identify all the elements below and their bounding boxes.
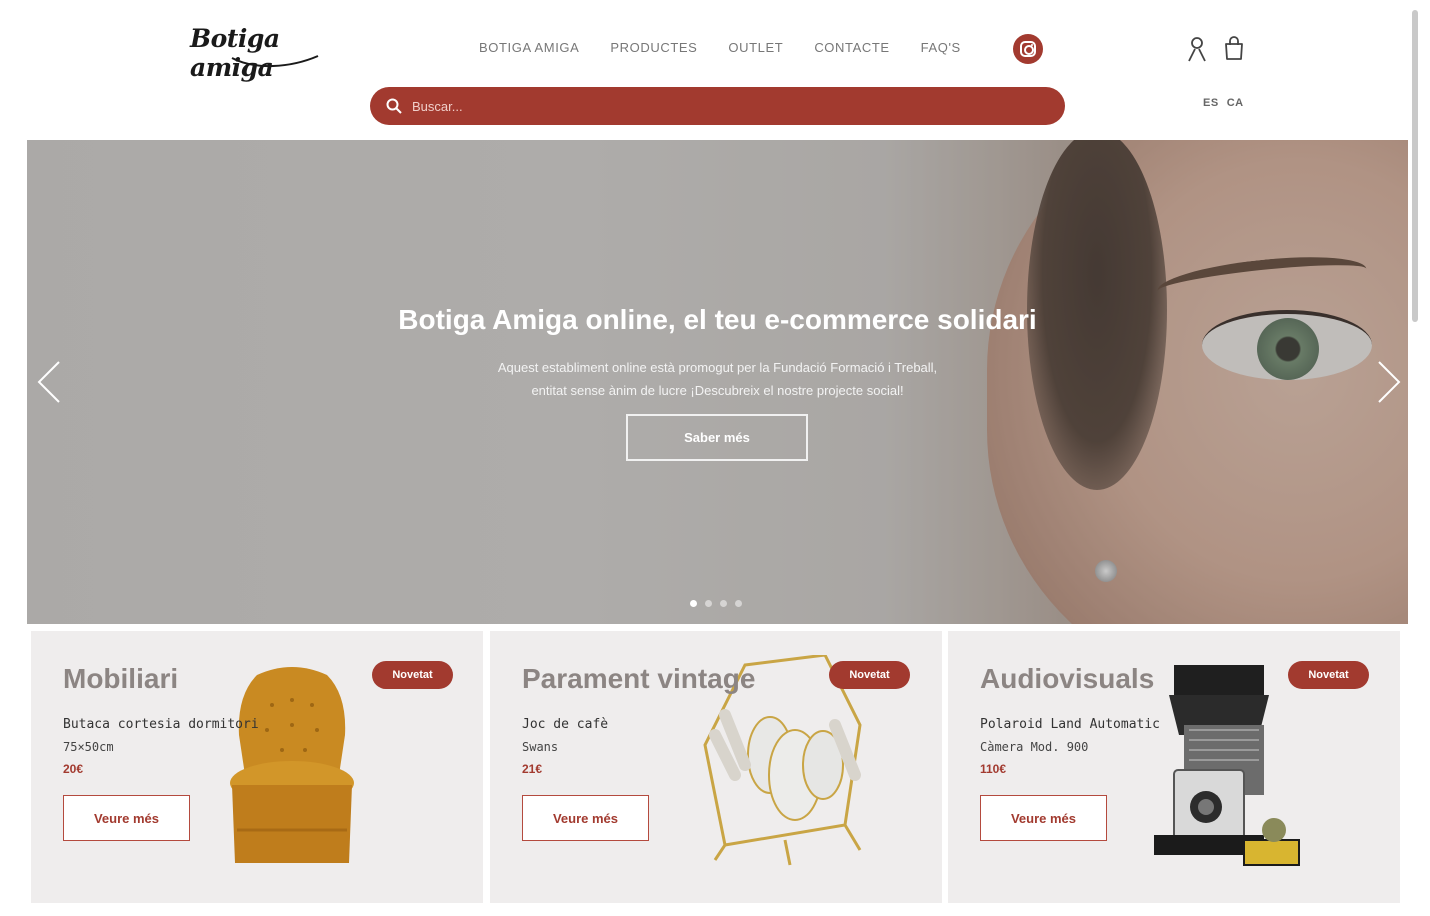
slider-dot-1[interactable] bbox=[690, 600, 697, 607]
product-name: Polaroid Land Automatic bbox=[980, 717, 1161, 732]
nav-contacte[interactable]: CONTACTE bbox=[814, 40, 889, 55]
veure-mes-button[interactable]: Veure més bbox=[522, 795, 649, 841]
hero-subtitle-line1: Aquest establiment online està promogut … bbox=[497, 360, 938, 375]
veure-mes-button[interactable]: Veure més bbox=[63, 795, 190, 841]
slider-dot-2[interactable] bbox=[705, 600, 712, 607]
card-title: Parament vintage bbox=[522, 663, 756, 694]
category-cards: Mobiliari Novetat Butaca cortesia dormit… bbox=[31, 631, 1403, 903]
user-icon[interactable] bbox=[1186, 36, 1208, 62]
saber-mes-button[interactable]: Saber més bbox=[626, 414, 808, 461]
logo-text: Botiga amiga bbox=[190, 24, 280, 82]
logo-swash-icon bbox=[231, 55, 319, 67]
instagram-icon[interactable] bbox=[1013, 34, 1043, 64]
hero-subtitle: Aquest establiment online està promogut … bbox=[27, 356, 1408, 402]
logo[interactable]: Botiga amiga bbox=[190, 24, 360, 82]
search-input[interactable] bbox=[412, 98, 1012, 114]
chevron-right-icon[interactable] bbox=[1373, 360, 1403, 404]
armchair-image bbox=[230, 667, 354, 863]
polaroid-camera-image bbox=[1154, 665, 1300, 866]
slider-dots bbox=[690, 600, 742, 607]
page-scrollbar[interactable] bbox=[1410, 10, 1420, 910]
nav-faqs[interactable]: FAQ'S bbox=[921, 40, 961, 55]
product-price: 110€ bbox=[980, 762, 1007, 776]
lang-ca[interactable]: CA bbox=[1227, 97, 1244, 109]
scrollbar-thumb[interactable] bbox=[1412, 10, 1418, 322]
chevron-left-icon[interactable] bbox=[35, 360, 65, 404]
product-name: Butaca cortesia dormitori bbox=[63, 717, 259, 732]
product-desc: Swans bbox=[522, 740, 559, 754]
lang-es[interactable]: ES bbox=[1203, 97, 1219, 109]
novetat-badge: Novetat bbox=[372, 661, 453, 689]
product-name: Joc de cafè bbox=[522, 717, 609, 732]
hero-title: Botiga Amiga online, el teu e-commerce s… bbox=[398, 304, 1037, 335]
page: Botiga amiga BOTIGA AMIGA PRODUCTES OUTL… bbox=[27, 10, 1408, 916]
product-desc: Càmera Mod. 900 bbox=[980, 740, 1089, 754]
slider-dot-4[interactable] bbox=[735, 600, 742, 607]
card-title: Audiovisuals bbox=[980, 663, 1155, 694]
hero-subtitle-line2: entitat sense ànim de lucre ¡Descubreix … bbox=[531, 383, 904, 398]
search-bar[interactable] bbox=[370, 87, 1065, 125]
card-parament-vintage[interactable]: Parament vintage Novetat Joc de cafè Swa… bbox=[490, 631, 942, 903]
veure-mes-button[interactable]: Veure més bbox=[980, 795, 1107, 841]
product-desc: 75×50cm bbox=[63, 740, 114, 754]
hero-slider: Botiga Amiga online, el teu e-commerce s… bbox=[27, 140, 1408, 624]
main-nav: BOTIGA AMIGA PRODUCTES OUTLET CONTACTE F… bbox=[479, 40, 992, 55]
nav-outlet[interactable]: OUTLET bbox=[728, 40, 783, 55]
card-title: Mobiliari bbox=[63, 663, 179, 694]
card-mobiliari[interactable]: Mobiliari Novetat Butaca cortesia dormit… bbox=[31, 631, 483, 903]
slider-dot-3[interactable] bbox=[720, 600, 727, 607]
nav-botiga-amiga[interactable]: BOTIGA AMIGA bbox=[479, 40, 579, 55]
product-price: 21€ bbox=[522, 762, 543, 776]
card-audiovisuals[interactable]: Audiovisuals Novetat Polaroid Land Autom… bbox=[948, 631, 1400, 903]
novetat-badge: Novetat bbox=[1288, 661, 1369, 689]
shopping-bag-icon[interactable] bbox=[1223, 35, 1245, 61]
novetat-badge: Novetat bbox=[829, 661, 910, 689]
search-icon[interactable] bbox=[386, 98, 402, 114]
nav-productes[interactable]: PRODUCTES bbox=[610, 40, 697, 55]
product-price: 20€ bbox=[63, 762, 84, 776]
language-switcher: ES CA bbox=[1203, 97, 1244, 109]
